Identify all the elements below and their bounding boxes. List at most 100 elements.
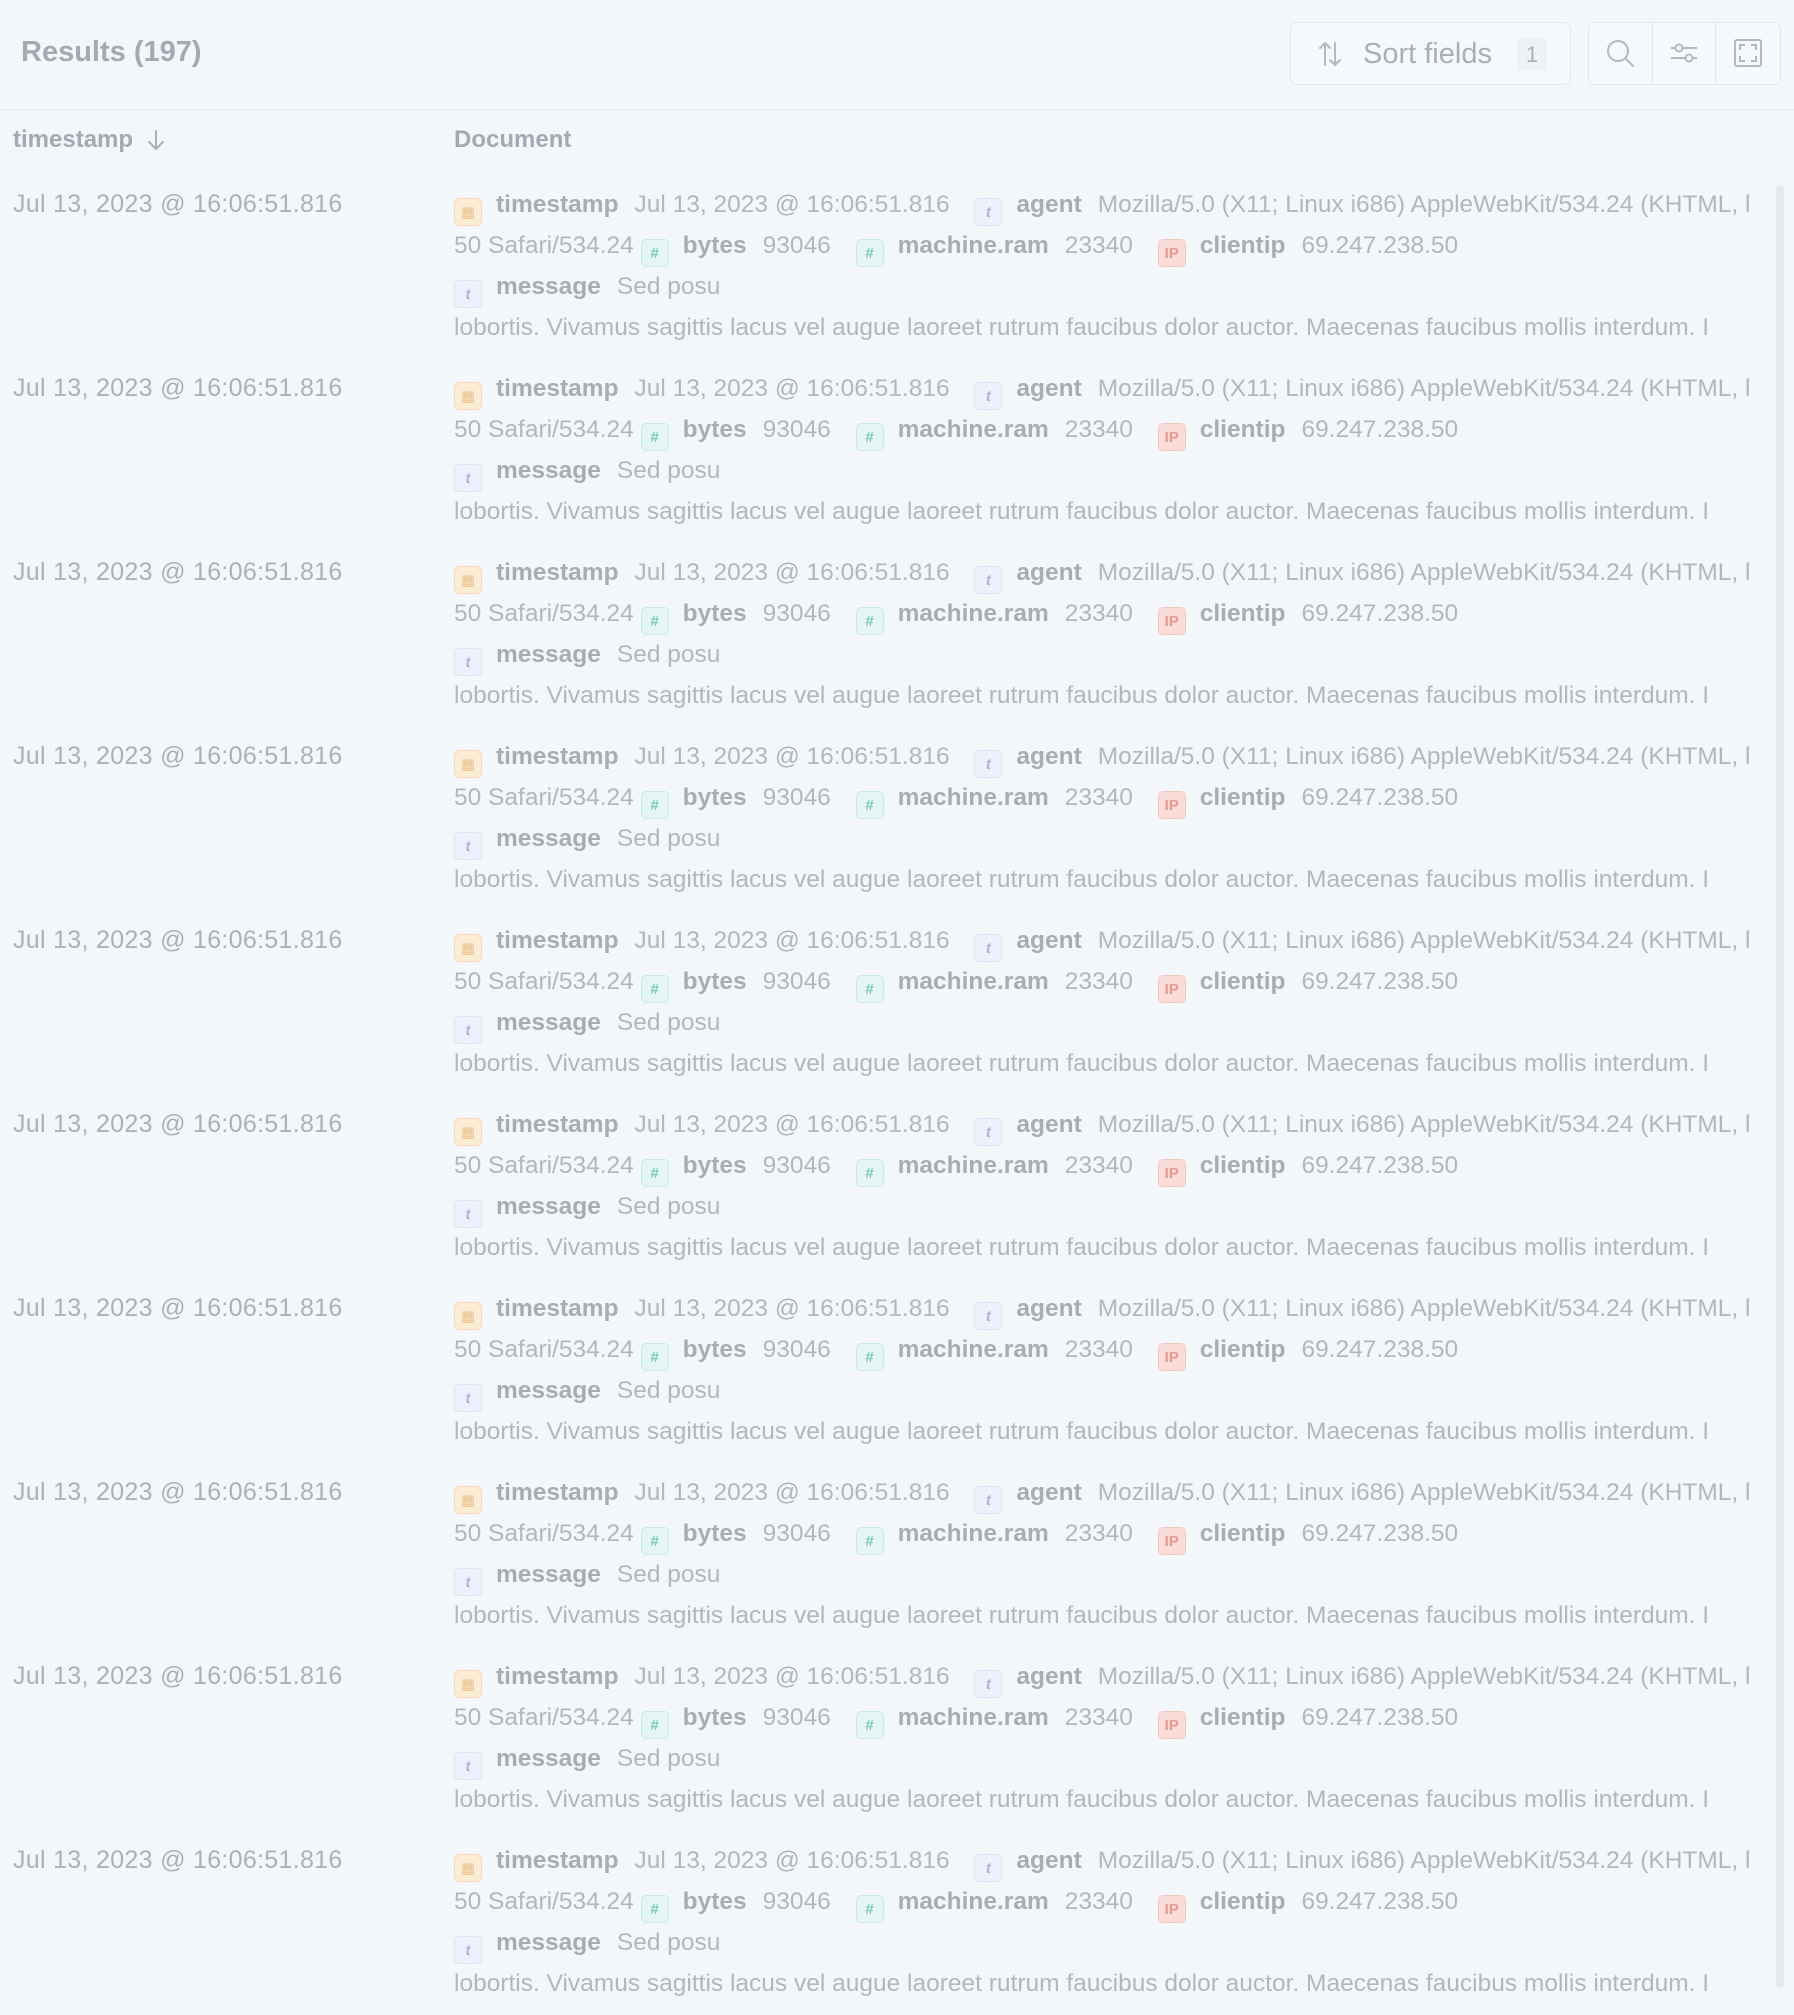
field-message: t message Sed posu — [454, 641, 738, 676]
field-response: tresponseElit ame — [1465, 2010, 1738, 2011]
row-document: ▦ timestamp Jul 13, 2023 @ 16:06:51.816 ta… — [454, 1289, 1764, 1459]
field-value: 93046 — [762, 1152, 831, 1179]
field-response: tresponseElit ame — [1465, 1642, 1738, 1643]
table-row[interactable]: Jul 13, 2023 @ 16:06:51.816 ▦ timestamp Ju… — [0, 359, 1794, 543]
row-document: ▦ timestamp Jul 13, 2023 @ 16:06:51.816 ta… — [454, 553, 1764, 723]
results-toolbar: Results (197) Sort fields 1 — [0, 0, 1794, 110]
field-clientip: IP clientip 69.247.238.50 — [1157, 1336, 1476, 1371]
field-bytes: # bytes 93046 — [640, 968, 849, 1003]
text-type-icon: t — [974, 1854, 1003, 1882]
field-name: timestamp — [496, 559, 619, 586]
field-name: bytes — [682, 1152, 747, 1179]
table-row[interactable]: Jul 13, 2023 @ 16:06:51.816 ▦ timestamp Ju… — [0, 1279, 1794, 1463]
field-value: 93046 — [762, 600, 831, 627]
calendar-icon: ▦ — [454, 1486, 482, 1514]
row-document: ▦ timestamp Jul 13, 2023 @ 16:06:51.816 ta… — [454, 1657, 1764, 1827]
table-row[interactable]: Jul 13, 2023 @ 16:06:51.816 ▦ timestamp Ju… — [0, 543, 1794, 727]
field-value: 69.247.238.50 — [1301, 1520, 1459, 1547]
field-bytes: # bytes 93046 — [640, 1152, 849, 1187]
field-response: tresponseElit ame — [1465, 1826, 1738, 1827]
text-type-icon: t — [454, 464, 482, 492]
field-value: 23340 — [1064, 1336, 1133, 1363]
text-type-icon: t — [974, 1670, 1003, 1698]
text-type-icon: t — [974, 198, 1003, 226]
field-value-cont: lobortis. Vivamus sagittis lacus vel aug… — [454, 866, 1710, 893]
field-name: response — [1507, 1458, 1616, 1459]
vertical-scrollbar[interactable] — [1776, 185, 1784, 1988]
field-name: timestamp — [496, 1111, 619, 1138]
table-row[interactable]: Jul 13, 2023 @ 16:06:51.816 ▦ timestamp Ju… — [0, 1647, 1794, 1831]
field-name: bytes — [682, 1888, 747, 1915]
field-value-cont: 50 Safari/534.24 — [454, 232, 634, 259]
display-options-button[interactable] — [1653, 23, 1717, 83]
field-name: bytes — [682, 1520, 747, 1547]
field-value: Sed posu — [616, 1009, 721, 1036]
field-agent: t agent — [974, 559, 1097, 594]
field-name: bytes — [682, 1704, 747, 1731]
field-name: message — [496, 641, 601, 668]
row-timestamp: Jul 13, 2023 @ 16:06:51.816 — [13, 374, 343, 402]
field-value-cont: 50 Safari/534.24 — [454, 1888, 634, 1915]
sort-fields-label: Sort fields — [1363, 38, 1492, 70]
field-name: response — [1507, 722, 1616, 723]
row-document: ▦ timestamp Jul 13, 2023 @ 16:06:51.816 ta… — [454, 185, 1764, 355]
field-name: response — [1507, 1090, 1616, 1091]
field-name: message — [496, 1929, 601, 1956]
field-value: 69.247.238.50 — [1301, 600, 1459, 627]
field-response: tresponseElit ame — [1465, 1458, 1738, 1459]
field-name: timestamp — [496, 191, 619, 218]
table-row[interactable]: Jul 13, 2023 @ 16:06:51.816 ▦ timestamp Ju… — [0, 1831, 1794, 2015]
ip-type-icon: IP — [1157, 1895, 1186, 1923]
field-value: Mozilla/5.0 (X11; Linux i686) AppleWebKi… — [1097, 927, 1751, 954]
row-timestamp: Jul 13, 2023 @ 16:06:51.816 — [13, 1110, 343, 1138]
ip-type-icon: IP — [1157, 423, 1186, 451]
search-button[interactable] — [1589, 23, 1653, 83]
field-bytes: # bytes 93046 — [640, 784, 849, 819]
search-icon — [1607, 40, 1635, 67]
ip-type-icon: IP — [1157, 975, 1186, 1003]
field-value: 69.247.238.50 — [1301, 1336, 1459, 1363]
field-clientip: IP clientip 69.247.238.50 — [1157, 232, 1476, 267]
field-value-cont: mollis ornare vel eu leo. Integer posuer… — [454, 1826, 1451, 1827]
field-value-cont: lobortis. Vivamus sagittis lacus vel aug… — [454, 1786, 1710, 1813]
field-value-cont: mollis ornare vel eu leo. Integer posuer… — [454, 1274, 1451, 1275]
table-row[interactable]: Jul 13, 2023 @ 16:06:51.816 ▦ timestamp Ju… — [0, 727, 1794, 911]
field-value-cont: 50 Safari/534.24 — [454, 1152, 634, 1179]
field-value: Sed posu — [616, 1745, 721, 1772]
arrow-down-icon[interactable] — [143, 127, 169, 153]
field-clientip: IP clientip 69.247.238.50 — [1157, 1520, 1476, 1555]
field-name: machine.ram — [897, 1520, 1049, 1547]
field-machine-ram: # machine.ram 23340 — [855, 1888, 1151, 1923]
field-machine-ram: # machine.ram 23340 — [855, 1704, 1151, 1739]
table-row[interactable]: Jul 13, 2023 @ 16:06:51.816 ▦ timestamp Ju… — [0, 175, 1794, 359]
table-row[interactable]: Jul 13, 2023 @ 16:06:51.816 ▦ timestamp Ju… — [0, 911, 1794, 1095]
table-row[interactable]: Jul 13, 2023 @ 16:06:51.816 ▦ timestamp Ju… — [0, 1095, 1794, 1279]
field-timestamp: ▦ timestamp Jul 13, 2023 @ 16:06:51.816 — [454, 1111, 968, 1146]
field-value: Mozilla/5.0 (X11; Linux i686) AppleWebKi… — [1097, 1111, 1751, 1138]
field-name: response — [1507, 2010, 1616, 2011]
field-name: agent — [1016, 743, 1082, 770]
field-value: 23340 — [1064, 600, 1133, 627]
field-value: 93046 — [762, 784, 831, 811]
field-name: bytes — [682, 784, 747, 811]
field-name: agent — [1016, 375, 1082, 402]
field-message: t message Sed posu — [454, 273, 738, 308]
text-type-icon: t — [974, 750, 1003, 778]
field-value: 23340 — [1064, 1888, 1133, 1915]
column-header-timestamp[interactable]: timestamp — [13, 126, 169, 154]
row-timestamp: Jul 13, 2023 @ 16:06:51.816 — [13, 742, 343, 770]
fullscreen-icon — [1734, 39, 1763, 67]
field-value-cont: lobortis. Vivamus sagittis lacus vel aug… — [454, 682, 1710, 709]
sort-fields-button[interactable]: Sort fields 1 — [1290, 22, 1571, 85]
field-value-cont: lobortis. Vivamus sagittis lacus vel aug… — [454, 314, 1710, 341]
row-timestamp: Jul 13, 2023 @ 16:06:51.816 — [13, 190, 343, 218]
field-value: Jul 13, 2023 @ 16:06:51.816 — [634, 1479, 950, 1506]
table-row[interactable]: Jul 13, 2023 @ 16:06:51.816 ▦ timestamp Ju… — [0, 1463, 1794, 1647]
field-value: 69.247.238.50 — [1301, 1888, 1459, 1915]
field-machine-ram: # machine.ram 23340 — [855, 784, 1151, 819]
fullscreen-button[interactable] — [1716, 23, 1780, 83]
field-clientip: IP clientip 69.247.238.50 — [1157, 1888, 1476, 1923]
field-name: response — [1507, 1274, 1616, 1275]
field-response: tresponseElit ame — [1465, 1274, 1738, 1275]
field-name: agent — [1016, 927, 1082, 954]
